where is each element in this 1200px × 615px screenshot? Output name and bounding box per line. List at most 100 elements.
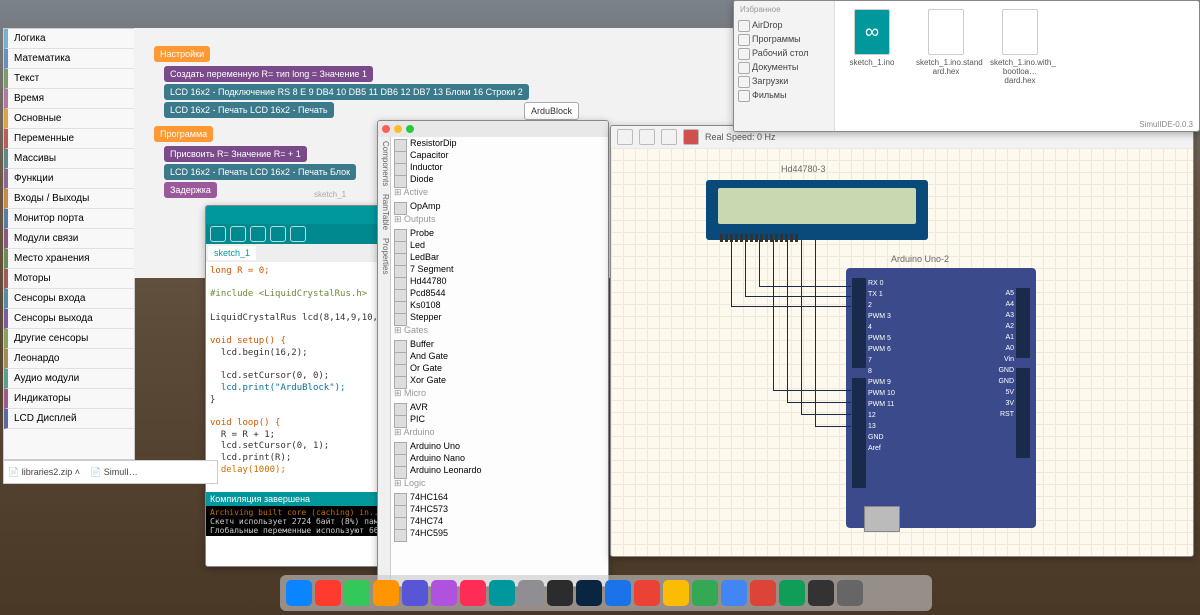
category-item[interactable]: Функции: [4, 169, 134, 189]
block-create-var[interactable]: Создать переменную R= тип long = Значени…: [164, 66, 373, 82]
component-item[interactable]: Or Gate: [390, 362, 608, 374]
dock-app[interactable]: [460, 580, 486, 606]
finder-sidebar-item[interactable]: Загрузки: [734, 74, 834, 88]
ide-tab[interactable]: sketch_1: [208, 246, 256, 260]
category-item[interactable]: Другие сенсоры: [4, 329, 134, 349]
dock-app[interactable]: [721, 580, 747, 606]
finder-file[interactable]: sketch_1.ino.stand ard.hex: [916, 9, 976, 123]
category-item[interactable]: Леонардо: [4, 349, 134, 369]
save-icon[interactable]: [290, 226, 306, 242]
dock-app[interactable]: [576, 580, 602, 606]
component-section[interactable]: ⊞ Micro: [390, 386, 608, 401]
finder-file[interactable]: sketch_1.ino.with_ bootloa…dard.hex: [990, 9, 1050, 123]
dock-app[interactable]: [634, 580, 660, 606]
block-lcd-print-2[interactable]: LCD 16x2 - Печать LCD 16x2 - Печать Блок: [164, 164, 356, 180]
tab-ramtable[interactable]: RamTable: [378, 190, 390, 234]
finder-sidebar-item[interactable]: AirDrop: [734, 18, 834, 32]
category-item[interactable]: Математика: [4, 49, 134, 69]
dock-app[interactable]: [692, 580, 718, 606]
upload-icon[interactable]: [230, 226, 246, 242]
dock-app[interactable]: [286, 580, 312, 606]
category-item[interactable]: Аудио модули: [4, 369, 134, 389]
component-item[interactable]: 74HC74: [390, 515, 608, 527]
dock-app[interactable]: [779, 580, 805, 606]
category-item[interactable]: Индикаторы: [4, 389, 134, 409]
category-item[interactable]: Время: [4, 89, 134, 109]
finder-file[interactable]: sketch_1.ino: [842, 9, 902, 123]
category-item[interactable]: Сенсоры выхода: [4, 309, 134, 329]
components-titlebar[interactable]: [378, 121, 608, 137]
dock-app[interactable]: [373, 580, 399, 606]
category-item[interactable]: Текст: [4, 69, 134, 89]
zoom-icon[interactable]: [406, 125, 414, 133]
component-item[interactable]: LedBar: [390, 251, 608, 263]
dock-app[interactable]: [837, 580, 863, 606]
dock-app[interactable]: [808, 580, 834, 606]
dock-app[interactable]: [663, 580, 689, 606]
dock-app[interactable]: [605, 580, 631, 606]
dock-app[interactable]: [547, 580, 573, 606]
close-icon[interactable]: [382, 125, 390, 133]
component-item[interactable]: Inductor: [390, 161, 608, 173]
category-item[interactable]: Монитор порта: [4, 209, 134, 229]
component-section[interactable]: ⊞ Outputs: [390, 212, 608, 227]
component-item[interactable]: 74HC573: [390, 503, 608, 515]
component-item[interactable]: Hd44780: [390, 275, 608, 287]
category-item[interactable]: Место хранения: [4, 249, 134, 269]
category-item[interactable]: LCD Дисплей: [4, 409, 134, 429]
category-item[interactable]: Переменные: [4, 129, 134, 149]
component-item[interactable]: Led: [390, 239, 608, 251]
block-lcd-print[interactable]: LCD 16x2 - Печать LCD 16x2 - Печать: [164, 102, 334, 118]
export-icon[interactable]: [661, 129, 677, 145]
component-item[interactable]: Stepper: [390, 311, 608, 323]
component-section[interactable]: ⊞ Arduino: [390, 425, 608, 440]
component-item[interactable]: ResistorDip: [390, 137, 608, 149]
dock-app[interactable]: [518, 580, 544, 606]
circuit-canvas[interactable]: Hd44780-3 Arduino Uno-2 RX 0TX 12PWM 34P…: [611, 148, 1193, 556]
minimize-icon[interactable]: [394, 125, 402, 133]
dock-app[interactable]: [431, 580, 457, 606]
component-item[interactable]: And Gate: [390, 350, 608, 362]
block-lcd-connection[interactable]: LCD 16x2 - Подключение RS 8 E 9 DB4 10 D…: [164, 84, 529, 100]
component-item[interactable]: Diode: [390, 173, 608, 185]
component-section[interactable]: ⊞ Logic: [390, 476, 608, 491]
dock-app[interactable]: [315, 580, 341, 606]
block-ardublock-text[interactable]: ArduBlock: [524, 102, 579, 120]
save-icon[interactable]: [639, 129, 655, 145]
category-item[interactable]: Логика: [4, 29, 134, 49]
dock-app[interactable]: [489, 580, 515, 606]
component-item[interactable]: PIC: [390, 413, 608, 425]
component-item[interactable]: Xor Gate: [390, 374, 608, 386]
finder-sidebar-item[interactable]: Рабочий стол: [734, 46, 834, 60]
finder-sidebar-item[interactable]: Документы: [734, 60, 834, 74]
dock-app[interactable]: [750, 580, 776, 606]
finder-sidebar-item[interactable]: Программы: [734, 32, 834, 46]
component-item[interactable]: 74HC595: [390, 527, 608, 539]
component-item[interactable]: Arduino Uno: [390, 440, 608, 452]
arduino-uno-component[interactable]: RX 0TX 12PWM 34PWM 5PWM 678PWM 9PWM 10PW…: [846, 268, 1036, 528]
block-assign[interactable]: Присвоить R= Значение R= + 1: [164, 146, 307, 162]
component-item[interactable]: Ks0108: [390, 299, 608, 311]
category-item[interactable]: Модули связи: [4, 229, 134, 249]
component-item[interactable]: 7 Segment: [390, 263, 608, 275]
category-item[interactable]: Сенсоры входа: [4, 289, 134, 309]
finder-sidebar-item[interactable]: Фильмы: [734, 88, 834, 102]
component-section[interactable]: ⊞ Gates: [390, 323, 608, 338]
component-item[interactable]: Arduino Leonardo: [390, 464, 608, 476]
component-item[interactable]: Probe: [390, 227, 608, 239]
verify-icon[interactable]: [210, 226, 226, 242]
tab-components[interactable]: Components: [378, 137, 390, 190]
component-section[interactable]: ⊞ Active: [390, 185, 608, 200]
component-item[interactable]: AVR: [390, 401, 608, 413]
component-item[interactable]: Pcd8544: [390, 287, 608, 299]
component-item[interactable]: Capacitor: [390, 149, 608, 161]
lcd-component[interactable]: [706, 180, 928, 240]
block-delay[interactable]: Задержка: [164, 182, 217, 198]
new-icon[interactable]: [250, 226, 266, 242]
category-item[interactable]: Массивы: [4, 149, 134, 169]
tab-properties[interactable]: Properties: [378, 234, 390, 278]
category-item[interactable]: Основные: [4, 109, 134, 129]
category-item[interactable]: Моторы: [4, 269, 134, 289]
component-item[interactable]: 74HC164: [390, 491, 608, 503]
dock-app[interactable]: [402, 580, 428, 606]
